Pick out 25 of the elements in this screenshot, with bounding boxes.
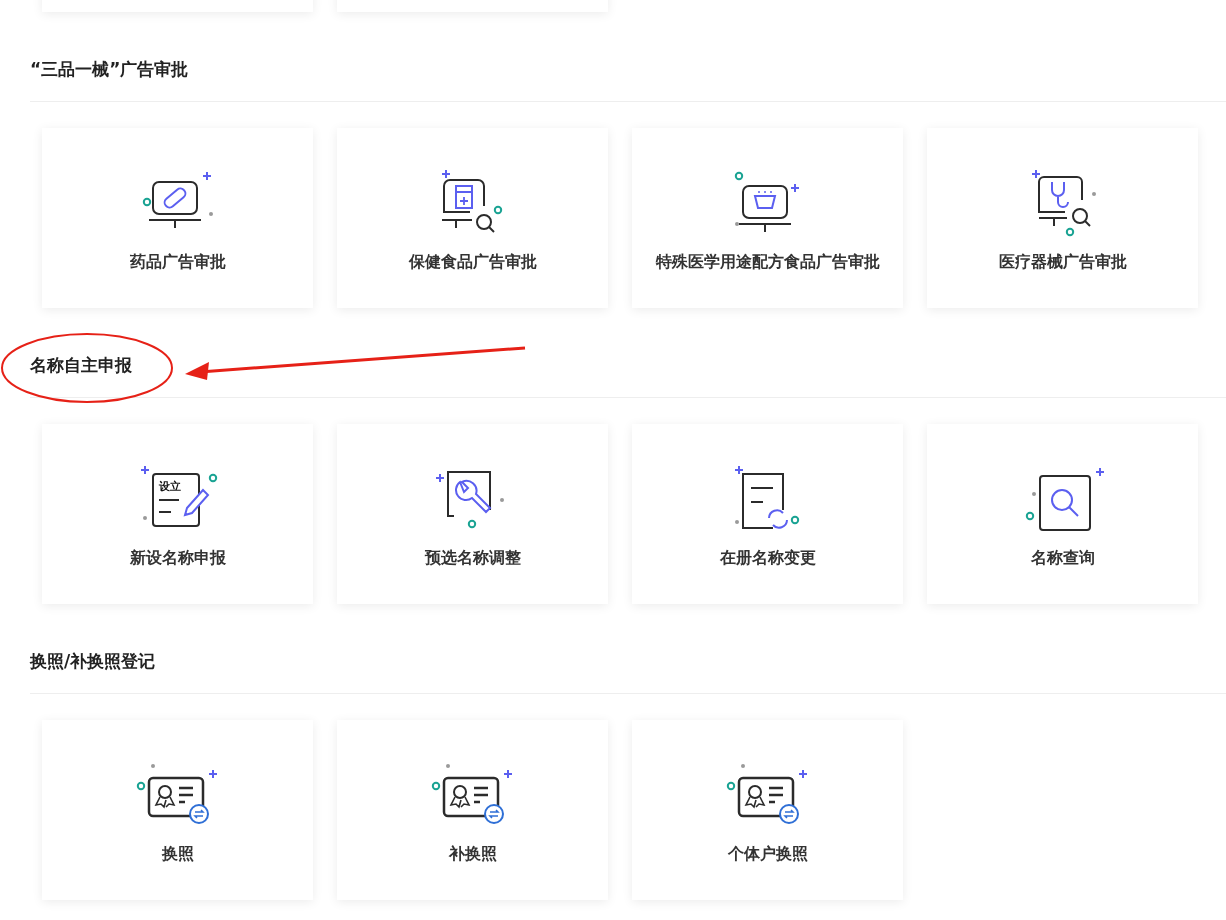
- card-label: 新设名称申报: [129, 547, 226, 569]
- card-label: 医疗器械广告审批: [998, 251, 1127, 273]
- service-card[interactable]: 名称查询: [927, 424, 1198, 604]
- service-card[interactable]: 补换照: [337, 720, 608, 900]
- card-label: 预选名称调整: [424, 547, 521, 569]
- service-card[interactable]: 换照: [42, 720, 313, 900]
- service-card[interactable]: 特殊医学用途配方食品广告审批: [632, 128, 903, 308]
- service-card[interactable]: 设立 新设名称申报: [42, 424, 313, 604]
- card-label: 名称查询: [1030, 547, 1095, 569]
- service-card[interactable]: 在册名称变更: [632, 424, 903, 604]
- card-label: 保健食品广告审批: [408, 251, 537, 273]
- card-label: 特殊医学用途配方食品广告审批: [655, 251, 880, 273]
- section-title: “三品一械”广告审批: [30, 58, 189, 82]
- card-label: 在册名称变更: [719, 547, 816, 569]
- section-title: 换照/补换照登记: [30, 650, 156, 674]
- card-label: 药品广告审批: [129, 251, 226, 273]
- card-label: 个体户换照: [727, 843, 808, 865]
- service-card[interactable]: 个体户换照: [632, 720, 903, 900]
- service-card[interactable]: 医疗器械广告审批: [927, 128, 1198, 308]
- card-label: 补换照: [448, 843, 497, 865]
- section-title: 名称自主申报: [30, 354, 132, 378]
- service-card[interactable]: 保健食品广告审批: [337, 128, 608, 308]
- service-card[interactable]: 预选名称调整: [337, 424, 608, 604]
- service-card[interactable]: 药品广告审批: [42, 128, 313, 308]
- card-label: 换照: [161, 843, 194, 865]
